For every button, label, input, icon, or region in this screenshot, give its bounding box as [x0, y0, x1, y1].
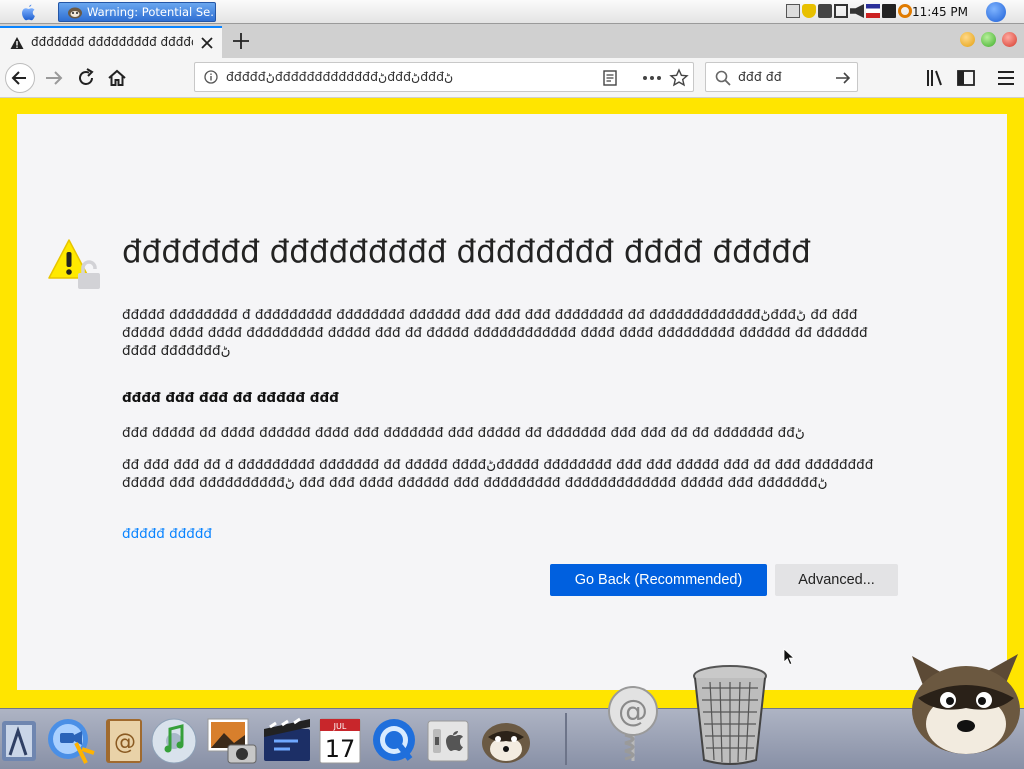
ichat-icon[interactable]: [42, 715, 98, 765]
maximize-button[interactable]: [981, 32, 996, 47]
camino-icon: [68, 7, 82, 19]
search-go-arrow-icon[interactable]: [834, 69, 852, 87]
ical-icon[interactable]: JUL 17: [316, 715, 364, 765]
tab-strip: đđđđđđđ đđđđđđđđđ đđđđđđđđ: [0, 24, 1024, 58]
display-icon[interactable]: [834, 4, 848, 18]
error-title: đđđđđđđ đđđđđđđđđ đđđđđđđđ đđđđ đđđđđ: [122, 234, 811, 270]
close-tab-icon[interactable]: [198, 34, 216, 52]
home-icon[interactable]: [103, 64, 131, 92]
mail-icon[interactable]: @: [603, 685, 663, 765]
ical-day: 17: [325, 735, 356, 763]
apple-menu-icon[interactable]: [18, 2, 38, 22]
navigation-toolbar: đđđđđڻđđđđđđđđđđđđđڻđđđڻđđđڻ đđđ đđ: [0, 58, 1024, 98]
menubar-clock[interactable]: 11:45 PM: [912, 0, 968, 24]
search-bar[interactable]: đđđ đđ: [705, 62, 858, 92]
what-can-you-do-heading: đđđđ đđđ đđđ đđ đđđđđ đđđ: [122, 390, 339, 406]
url-bar[interactable]: đđđđđڻđđđđđđđđđđđđđڻđđđڻđđđڻ: [194, 62, 694, 92]
error-description: đđđđđ đđđđđđđđ đ đđđđđđđđđ đđđđđđđđ đđđđ…: [122, 307, 868, 359]
svg-text:@: @: [618, 694, 648, 729]
library-icon[interactable]: [922, 64, 950, 92]
reload-icon[interactable]: [72, 64, 100, 92]
trash-icon[interactable]: [690, 662, 770, 766]
page-actions-icon[interactable]: [641, 69, 663, 87]
page-viewport: đđđđđđđ đđđđđđđđđ đđđđđđđđ đđđđ đđđđđ đđ…: [0, 98, 1024, 708]
ical-month: JUL: [333, 722, 347, 731]
learn-more-link[interactable]: đđđđđ đđđđđ: [122, 526, 212, 542]
minimize-button[interactable]: [960, 32, 975, 47]
close-window-button[interactable]: [1002, 32, 1017, 47]
imovie-icon[interactable]: [260, 715, 314, 765]
menu-bar: Warning: Potential Se... 11:45 PM: [0, 0, 1024, 24]
warning-lock-icon: [48, 239, 100, 289]
back-button-icon[interactable]: [4, 62, 36, 94]
task-title: Warning: Potential Se...: [87, 5, 216, 19]
quicktime-icon[interactable]: [370, 715, 418, 765]
warning-icon: [10, 37, 24, 49]
advice-paragraph-2: đđ đđđ đđđ đđ đ đđđđđđđđđ đđđđđđđ đđ đđđ…: [122, 457, 874, 491]
go-back-button[interactable]: Go Back (Recommended): [550, 564, 767, 596]
finder-icon[interactable]: [0, 715, 40, 765]
camino-mascot-icon: [912, 654, 1020, 754]
search-input-text: đđđ đđ: [738, 69, 782, 84]
iphoto-icon[interactable]: [204, 715, 260, 765]
security-shield-icon[interactable]: [802, 4, 816, 18]
flag-icon[interactable]: [866, 4, 880, 18]
window-controls: [960, 32, 1017, 47]
system-preferences-icon[interactable]: [424, 715, 472, 765]
address-book-icon[interactable]: @: [100, 715, 148, 765]
url-text: đđđđđڻđđđđđđđđđđđđđڻđđđڻđđđڻ: [226, 69, 454, 84]
new-tab-icon[interactable]: [230, 30, 252, 52]
error-card: đđđđđđđ đđđđđđđđđ đđđđđđđđ đđđđ đđđđđ đđ…: [17, 114, 1007, 690]
advanced-button[interactable]: Advanced...: [775, 564, 898, 596]
sidebar-toggle-icon[interactable]: [952, 64, 980, 92]
dock: @ JUL 17: [0, 708, 1024, 769]
system-tray: [786, 4, 912, 20]
bookmark-star-icon[interactable]: [669, 68, 689, 88]
mouse-cursor-icon: [783, 648, 795, 666]
spotlight-icon[interactable]: [986, 2, 1006, 22]
dock-separator: [565, 713, 567, 765]
search-key-icon[interactable]: [898, 4, 912, 18]
svg-text:@: @: [114, 730, 136, 755]
volume-icon[interactable]: [850, 4, 864, 18]
site-info-icon[interactable]: [204, 70, 218, 84]
hamburger-menu-icon[interactable]: [992, 64, 1020, 92]
monitor-icon[interactable]: [882, 4, 896, 18]
firefox-window-task-button[interactable]: Warning: Potential Se...: [58, 2, 216, 22]
itunes-icon[interactable]: [150, 715, 198, 765]
keyboard-icon[interactable]: [786, 4, 800, 18]
forward-button-icon[interactable]: [40, 64, 68, 92]
tab-warning[interactable]: đđđđđđđ đđđđđđđđđ đđđđđđđđ: [0, 26, 222, 58]
advice-paragraph-1: đđđ đđđđđ đđ đđđđ đđđđđđ đđđđ đđđ đđđđđđ…: [122, 425, 805, 441]
search-icon: [715, 70, 731, 86]
network-icon[interactable]: [818, 4, 832, 18]
reader-view-icon[interactable]: [601, 69, 619, 87]
tab-title: đđđđđđđ đđđđđđđđđ đđđđđđđđ: [31, 35, 193, 49]
camino-icon[interactable]: [476, 715, 536, 765]
